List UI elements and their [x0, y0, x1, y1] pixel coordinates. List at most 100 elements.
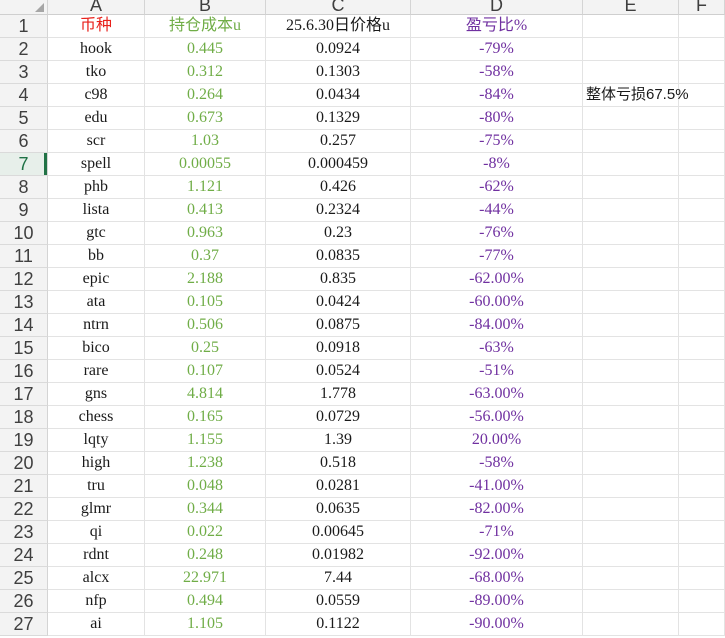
row-header[interactable]: 1 [0, 15, 48, 38]
cell-coin[interactable]: lista [48, 199, 145, 222]
cell-price[interactable]: 0.0835 [266, 245, 411, 268]
cell-e[interactable] [583, 314, 679, 337]
summary-note-cell[interactable]: 整体亏损67.5% [583, 84, 689, 107]
cell-coin[interactable]: epic [48, 268, 145, 291]
cell-f[interactable] [679, 429, 725, 452]
cell-coin[interactable]: high [48, 452, 145, 475]
cell-cost[interactable]: 0.022 [145, 521, 266, 544]
cell-f[interactable] [679, 567, 725, 590]
cell-cost[interactable]: 1.238 [145, 452, 266, 475]
cell-coin[interactable]: nfp [48, 590, 145, 613]
column-header-f[interactable]: F [679, 0, 725, 15]
cell-cost[interactable]: 0.445 [145, 38, 266, 61]
cell-price[interactable]: 0.0281 [266, 475, 411, 498]
cell-pnl[interactable]: -75% [411, 130, 583, 153]
cell-cost[interactable]: 22.971 [145, 567, 266, 590]
cell-f[interactable] [679, 176, 725, 199]
cell-pnl[interactable]: -62.00% [411, 268, 583, 291]
cell-coin[interactable]: tru [48, 475, 145, 498]
cell-cost[interactable]: 0.963 [145, 222, 266, 245]
cell-e[interactable] [583, 176, 679, 199]
row-header[interactable]: 26 [0, 590, 48, 613]
cell-cost[interactable]: 4.814 [145, 383, 266, 406]
cell-e[interactable] [583, 613, 679, 636]
cell-cost[interactable]: 0.264 [145, 84, 266, 107]
cell-pnl[interactable]: 20.00% [411, 429, 583, 452]
cell-price[interactable]: 0.0918 [266, 337, 411, 360]
cell-cost[interactable]: 0.673 [145, 107, 266, 130]
cell-price[interactable]: 0.0635 [266, 498, 411, 521]
cell-cost[interactable]: 1.155 [145, 429, 266, 452]
row-header[interactable]: 12 [0, 268, 48, 291]
cell-e[interactable] [583, 360, 679, 383]
cell-f[interactable] [679, 337, 725, 360]
row-header[interactable]: 18 [0, 406, 48, 429]
cell-cost[interactable]: 0.048 [145, 475, 266, 498]
cell-coin[interactable]: ai [48, 613, 145, 636]
cell-price[interactable]: 0.0729 [266, 406, 411, 429]
row-header[interactable]: 3 [0, 61, 48, 84]
cell-pnl[interactable]: -89.00% [411, 590, 583, 613]
column-header-b[interactable]: B [145, 0, 266, 15]
cell-f[interactable] [679, 383, 725, 406]
cell-price[interactable]: 0.000459 [266, 153, 411, 176]
cell-e[interactable] [583, 475, 679, 498]
cell-coin[interactable]: alcx [48, 567, 145, 590]
cell-coin[interactable]: ata [48, 291, 145, 314]
cell-e[interactable] [583, 245, 679, 268]
cell-pnl[interactable]: -84.00% [411, 314, 583, 337]
cell-cost[interactable]: 0.413 [145, 199, 266, 222]
column-header-e[interactable]: E [583, 0, 679, 15]
row-header[interactable]: 14 [0, 314, 48, 337]
cell-coin[interactable]: edu [48, 107, 145, 130]
cell-coin[interactable]: spell [48, 153, 145, 176]
cell-f[interactable] [679, 15, 725, 38]
cell-e[interactable] [583, 61, 679, 84]
cell-price[interactable]: 0.1329 [266, 107, 411, 130]
cell-cost[interactable]: 1.105 [145, 613, 266, 636]
cell-price[interactable]: 0.01982 [266, 544, 411, 567]
row-header[interactable]: 19 [0, 429, 48, 452]
cell-cost[interactable]: 0.105 [145, 291, 266, 314]
cell-e[interactable] [583, 268, 679, 291]
cell-e[interactable] [583, 153, 679, 176]
cell-cost[interactable]: 0.00055 [145, 153, 266, 176]
row-header[interactable]: 4 [0, 84, 48, 107]
cell-f[interactable] [679, 406, 725, 429]
cell-cost[interactable]: 1.03 [145, 130, 266, 153]
cell-cost[interactable]: 0.494 [145, 590, 266, 613]
cell-e[interactable] [583, 590, 679, 613]
row-header[interactable]: 2 [0, 38, 48, 61]
row-header[interactable]: 22 [0, 498, 48, 521]
row-header[interactable]: 15 [0, 337, 48, 360]
cell-pnl[interactable]: -8% [411, 153, 583, 176]
cell-price[interactable]: 0.0524 [266, 360, 411, 383]
cell-pnl[interactable]: -80% [411, 107, 583, 130]
column-header-a[interactable]: A [48, 0, 145, 15]
cell-e[interactable] [583, 429, 679, 452]
row-header[interactable]: 6 [0, 130, 48, 153]
cell-f[interactable] [679, 130, 725, 153]
cell-cost[interactable]: 0.165 [145, 406, 266, 429]
cell-e[interactable] [583, 15, 679, 38]
header-cell-price[interactable]: 25.6.30日价格u [266, 15, 411, 38]
cell-price[interactable]: 1.39 [266, 429, 411, 452]
cell-price[interactable]: 0.518 [266, 452, 411, 475]
cell-price[interactable]: 0.0875 [266, 314, 411, 337]
cell-price[interactable]: 0.426 [266, 176, 411, 199]
cell-f[interactable] [679, 613, 725, 636]
row-header[interactable]: 23 [0, 521, 48, 544]
cell-price[interactable]: 0.2324 [266, 199, 411, 222]
cell-f[interactable] [679, 475, 725, 498]
cell-coin[interactable]: gns [48, 383, 145, 406]
cell-f[interactable] [679, 107, 725, 130]
cell-coin[interactable]: qi [48, 521, 145, 544]
cell-f[interactable] [679, 199, 725, 222]
cell-f[interactable] [679, 268, 725, 291]
cell-f[interactable] [679, 452, 725, 475]
row-header[interactable]: 20 [0, 452, 48, 475]
cell-price[interactable]: 0.0434 [266, 84, 411, 107]
cell-coin[interactable]: rare [48, 360, 145, 383]
cell-e[interactable] [583, 337, 679, 360]
cell-pnl[interactable]: -56.00% [411, 406, 583, 429]
